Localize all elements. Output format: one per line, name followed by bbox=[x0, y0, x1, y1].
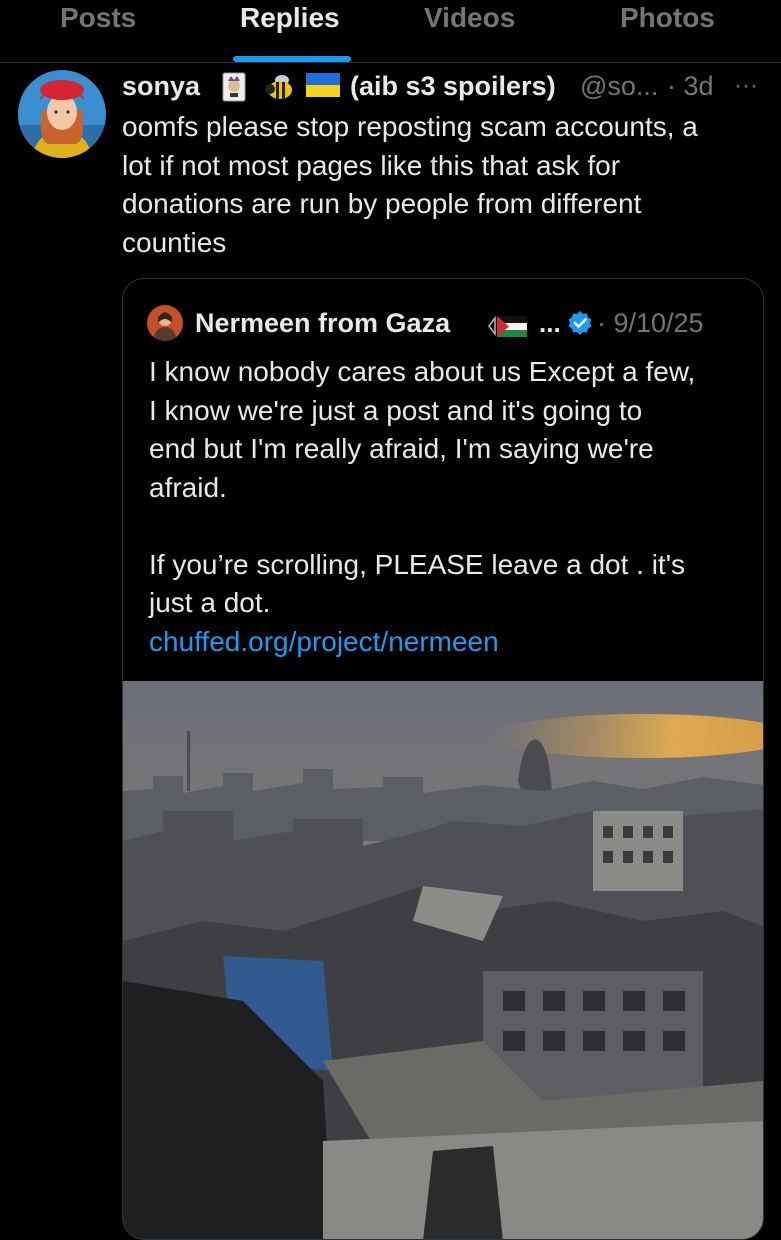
quote-text-line: I know we're just a post and it's going … bbox=[149, 394, 643, 426]
quote-avatar[interactable] bbox=[147, 305, 183, 341]
quote-text-line: I know nobody cares about us Except a fe… bbox=[149, 356, 696, 387]
post-text: oomfs please stop reposting scam account… bbox=[122, 108, 762, 262]
post-text-line: lot if not most pages like this that ask… bbox=[122, 149, 621, 181]
quote-name-ellipsis: ... bbox=[539, 308, 561, 338]
avatar[interactable] bbox=[18, 70, 106, 158]
quote-text-line: If you’re scrolling, PLEASE leave a dot … bbox=[149, 548, 686, 580]
verified-badge-icon bbox=[567, 310, 593, 341]
quote-text-line: afraid. bbox=[149, 471, 227, 503]
author-handle[interactable]: @so... bbox=[580, 68, 658, 104]
joker-card-icon bbox=[222, 72, 246, 109]
quote-text: I know nobody cares about us Except a fe… bbox=[149, 353, 749, 661]
post-header: sonya (aib s3 spoilers) @so... · 3d ··· bbox=[122, 68, 772, 104]
author-name[interactable]: sonya bbox=[122, 68, 200, 104]
donation-link[interactable]: chuffed.org/project/nermeen bbox=[149, 626, 499, 657]
tabs-divider bbox=[0, 62, 781, 63]
bee-icon bbox=[262, 72, 298, 109]
quote-date[interactable]: · 9/10/25 bbox=[597, 303, 704, 343]
quote-text-line: end but I'm really afraid, I'm saying we… bbox=[149, 433, 654, 464]
post-text-line: oomfs please stop reposting scam account… bbox=[122, 111, 698, 142]
ukraine-flag-icon bbox=[306, 72, 340, 105]
quote-text-line: just a dot. bbox=[149, 587, 271, 618]
palestine-flag-icon bbox=[487, 314, 527, 343]
profile-tabs: Posts Replies Videos Photos bbox=[0, 0, 781, 62]
quoted-post[interactable]: Nermeen from Gaza ... · 9/10/25 I know n… bbox=[122, 278, 764, 1240]
post-text-line: counties bbox=[122, 226, 227, 258]
quote-author-name[interactable]: Nermeen from Gaza bbox=[195, 303, 450, 343]
more-options-button[interactable]: ··· bbox=[734, 68, 758, 104]
tab-photos[interactable]: Photos bbox=[620, 2, 715, 40]
quote-media-image[interactable] bbox=[123, 681, 763, 1239]
profile-note: (aib s3 spoilers) bbox=[350, 71, 556, 101]
tab-posts[interactable]: Posts bbox=[60, 2, 136, 40]
post-time[interactable]: · 3d bbox=[667, 68, 714, 104]
tab-replies[interactable]: Replies bbox=[240, 2, 340, 40]
tab-videos[interactable]: Videos bbox=[424, 2, 515, 40]
post-text-line: donations are run by people from differe… bbox=[122, 188, 642, 219]
